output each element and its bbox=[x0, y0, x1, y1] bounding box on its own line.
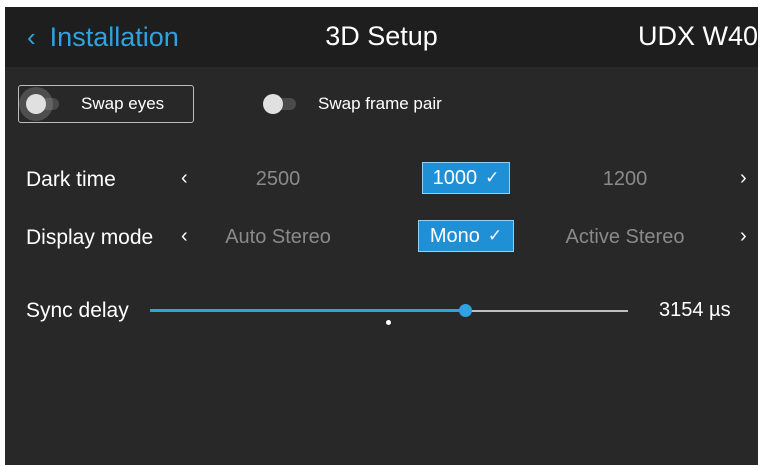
swap-frame-pair-toggle[interactable]: Swap frame pair bbox=[256, 85, 450, 123]
display-mode-selected-option[interactable]: Mono ✓ bbox=[418, 220, 514, 252]
display-mode-prev-icon[interactable]: ‹ bbox=[181, 225, 188, 248]
sync-delay-slider[interactable] bbox=[150, 304, 628, 317]
dark-time-row: Dark time ‹ 2500 1000 ✓ 1200 › bbox=[5, 162, 758, 196]
dark-time-next-icon[interactable]: › bbox=[740, 167, 747, 190]
swap-eyes-toggle[interactable]: Swap eyes bbox=[18, 85, 194, 123]
swap-eyes-label: Swap eyes bbox=[81, 94, 165, 113]
dark-time-selected-value: 1000 bbox=[432, 166, 478, 189]
dark-time-selected-option[interactable]: 1000 ✓ bbox=[422, 162, 510, 194]
dark-time-option[interactable]: 1200 bbox=[570, 168, 680, 191]
slider-default-marker bbox=[386, 320, 391, 325]
display-mode-row: Display mode ‹ Auto Stereo Mono ✓ Active… bbox=[5, 220, 758, 254]
sync-delay-label: Sync delay bbox=[26, 299, 129, 322]
switch-icon bbox=[26, 94, 59, 114]
switch-icon bbox=[263, 94, 296, 114]
back-label: Installation bbox=[49, 21, 179, 52]
display-mode-label: Display mode bbox=[26, 226, 154, 249]
toggle-row: Swap eyes Swap frame pair bbox=[18, 85, 450, 123]
sync-delay-value: 3154 µs bbox=[659, 299, 731, 321]
dark-time-option[interactable]: 2500 bbox=[223, 168, 333, 191]
header-bar: ‹ Installation 3D Setup UDX W40 bbox=[5, 7, 758, 67]
dark-time-prev-icon[interactable]: ‹ bbox=[181, 167, 188, 190]
check-icon: ✓ bbox=[487, 226, 503, 245]
model-name: UDX W40 bbox=[637, 21, 758, 51]
display-mode-next-icon[interactable]: › bbox=[740, 225, 747, 248]
projector-screen: ‹ Installation 3D Setup UDX W40 Swap eye… bbox=[5, 7, 758, 465]
display-mode-selected-value: Mono bbox=[429, 224, 480, 247]
display-mode-option[interactable]: Auto Stereo bbox=[213, 226, 343, 249]
chevron-left-icon: ‹ bbox=[27, 22, 36, 52]
dark-time-label: Dark time bbox=[26, 168, 116, 191]
display-mode-option[interactable]: Active Stereo bbox=[550, 226, 700, 249]
back-button[interactable]: ‹ Installation bbox=[27, 19, 179, 55]
slider-fill bbox=[150, 309, 465, 312]
swap-frame-pair-label: Swap frame pair bbox=[318, 94, 442, 113]
check-icon: ✓ bbox=[485, 168, 500, 187]
slider-thumb[interactable] bbox=[459, 304, 472, 317]
